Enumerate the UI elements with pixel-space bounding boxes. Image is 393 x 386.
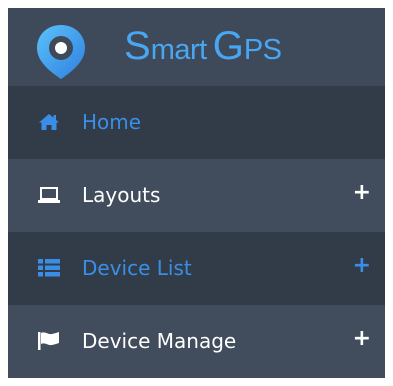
expand-plus-icon[interactable]: + [353,180,371,206]
brand-header[interactable]: Smart GPS [8,8,385,86]
nav-item-label: Device Manage [82,329,237,353]
home-icon [39,114,59,130]
flag-icon [38,332,59,350]
expand-plus-icon[interactable]: + [353,326,371,352]
list-icon [38,259,60,277]
expand-plus-icon[interactable]: + [353,253,371,279]
nav-item-layouts[interactable]: Layouts + [8,159,385,232]
nav-item-label: Home [82,110,142,134]
nav-item-label: Layouts [82,183,161,207]
nav-item-home[interactable]: Home [8,86,385,159]
laptop-icon [38,187,60,203]
sidebar: Smart GPS Home Layouts + Device List + D… [8,8,385,378]
nav-item-device-manage[interactable]: Device Manage + [8,305,385,378]
brand-name: Smart GPS [124,24,282,68]
location-pin-logo-icon [37,25,85,79]
nav-item-label: Device List [82,256,192,280]
nav-item-device-list[interactable]: Device List + [8,232,385,305]
